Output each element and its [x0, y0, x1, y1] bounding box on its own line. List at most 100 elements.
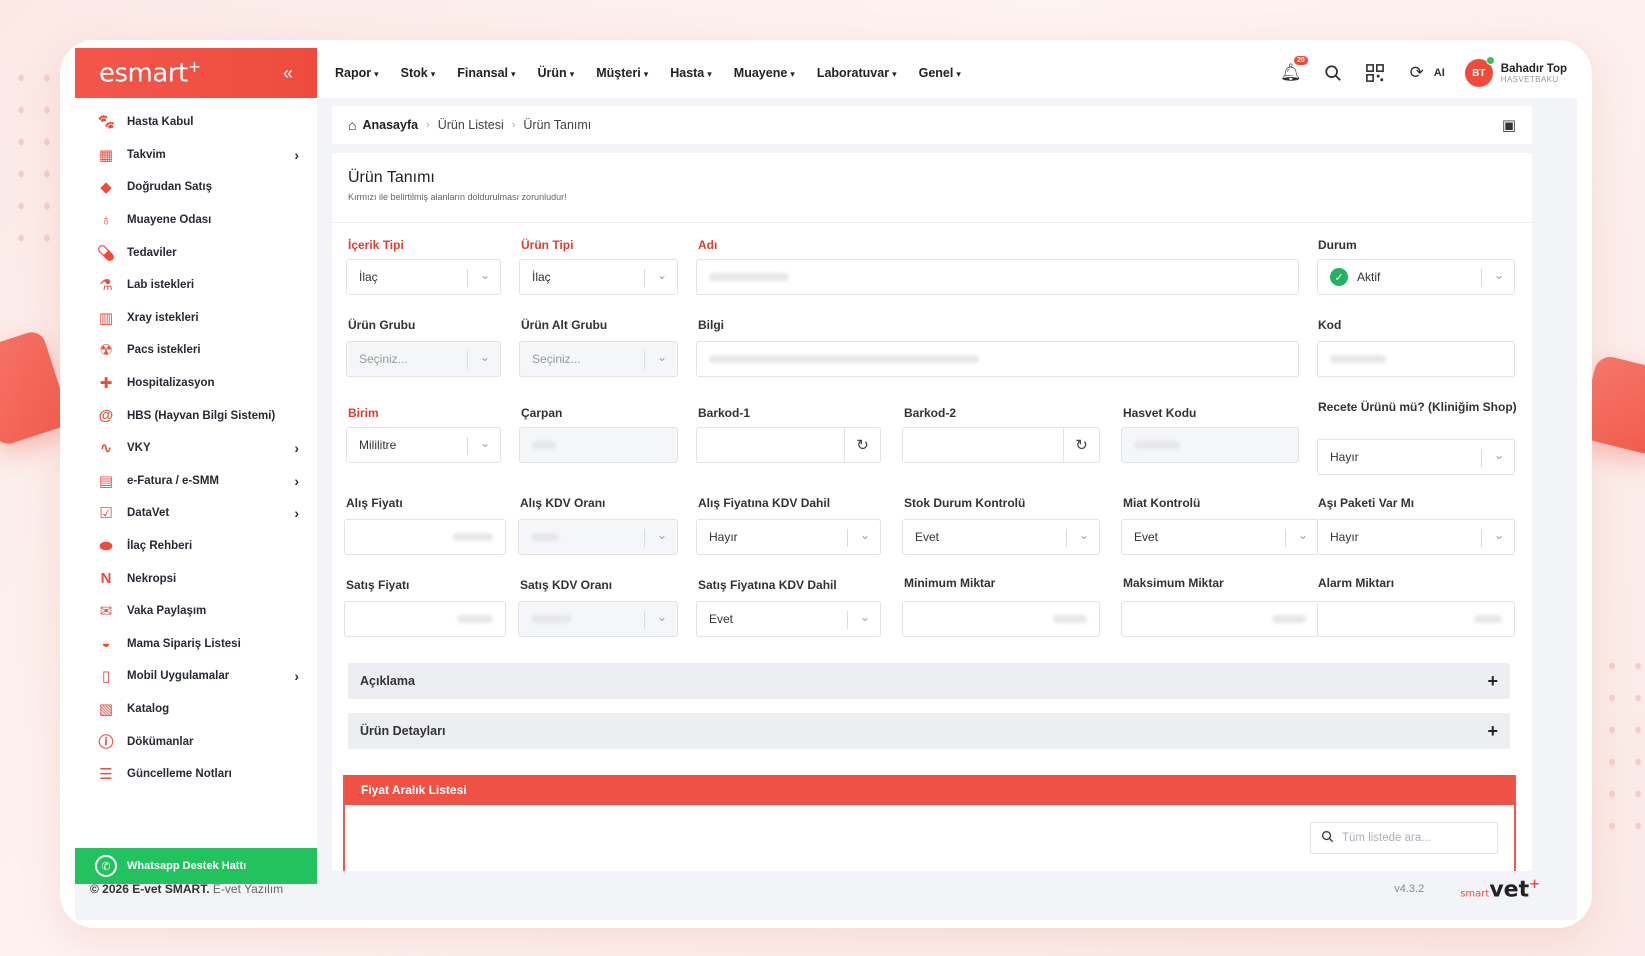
topnav-item-8[interactable]: Genel ▾: [919, 66, 961, 80]
topbar-actions: 🔔︎ 20 ⟳ AI BT Bahadır Top HASVETBAKU: [1280, 56, 1577, 87]
satis-kdv-select[interactable]: ⌄: [518, 601, 678, 637]
breadcrumb-home[interactable]: ⌂ Anasayfa: [348, 117, 418, 133]
alis-kdv-dahil-select[interactable]: Hayır ⌄: [696, 519, 881, 555]
sidebar-item-xray-istekleri[interactable]: ▥ Xray istekleri: [75, 302, 317, 335]
reset-icon[interactable]: ↻: [1063, 428, 1099, 462]
bilgi-input[interactable]: [696, 341, 1299, 377]
birim-label: Birim: [348, 406, 379, 420]
sidebar-item-datavet[interactable]: ☑ DataVet ›: [75, 497, 317, 530]
screen-icon[interactable]: ▣: [1502, 116, 1516, 134]
topnav-item-3[interactable]: Ürün ▾: [538, 66, 575, 80]
asi-paketi-select[interactable]: Hayır ⌄: [1317, 519, 1515, 555]
list-search[interactable]: [1310, 822, 1498, 854]
durum-select[interactable]: ✓ Aktif ⌄: [1317, 259, 1515, 295]
bowl-icon: ◒: [101, 635, 111, 653]
urun-tipi-select[interactable]: İlaç ⌄: [519, 259, 678, 295]
paw-icon: 🐾︎: [96, 114, 116, 132]
topbar: Rapor ▾ Stok ▾ Finansal ▾ Ürün ▾ Müşteri ▾ Hasta ▾ M…: [317, 48, 1577, 98]
chevrons-left-icon[interactable]: «: [283, 63, 293, 84]
recete-select[interactable]: Hayır ⌄: [1317, 439, 1515, 475]
ai-label[interactable]: AI: [1434, 67, 1445, 79]
sidebar-item-mama-sipariş-listesi[interactable]: ◒ Mama Sipariş Listesi: [75, 628, 317, 661]
satis-fiyati-label: Satış Fiyatı: [346, 578, 410, 592]
sidebar-item-katalog[interactable]: ▧ Katalog: [75, 693, 317, 726]
sidebar-item-pacs-istekleri[interactable]: ☢ Pacs istekleri: [75, 334, 317, 367]
qr-code-icon[interactable]: [1364, 62, 1386, 84]
carpan-input[interactable]: [519, 427, 678, 463]
redacted-value: [531, 615, 571, 623]
sidebar-item-muayene-odası[interactable]: ♁ Muayene Odası: [75, 204, 317, 237]
barkod1-input[interactable]: ↻: [696, 427, 881, 463]
stok-durum-select[interactable]: Evet ⌄: [902, 519, 1100, 555]
redacted-value: [709, 273, 789, 281]
sidebar-item-dökümanlar[interactable]: ⓘ Dökümanlar: [75, 725, 317, 758]
satis-fiyati-input[interactable]: [344, 601, 506, 637]
urun-grubu-select[interactable]: Seçiniz... ⌄: [346, 341, 501, 377]
kod-input[interactable]: [1317, 341, 1515, 377]
sidebar-item-hasta-kabul[interactable]: 🐾︎ Hasta Kabul: [75, 106, 317, 139]
miat-select[interactable]: Evet ⌄: [1121, 519, 1319, 555]
list-icon: ☰: [99, 766, 113, 784]
miat-label: Miat Kontrolü: [1123, 496, 1201, 510]
sidebar-item-güncelleme-notları[interactable]: ☰ Güncelleme Notları: [75, 758, 317, 791]
sidebar-item-doğrudan-satış[interactable]: ◆ Doğrudan Satış: [75, 171, 317, 204]
alis-kdv-select[interactable]: ⌄: [518, 519, 678, 555]
brand-logo[interactable]: esmart+: [99, 57, 201, 89]
topnav-item-7[interactable]: Laboratuvar ▾: [817, 66, 897, 80]
urun-alt-grubu-select[interactable]: Seçiniz... ⌄: [519, 341, 678, 377]
adi-input[interactable]: [696, 259, 1299, 295]
alarm-miktar-input[interactable]: [1317, 601, 1515, 637]
chevron-right-icon: ›: [294, 146, 299, 163]
topnav-item-6[interactable]: Muayene ▾: [734, 66, 795, 80]
sidebar-item-takvim[interactable]: ▦ Takvim ›: [75, 139, 317, 172]
refresh-ai-icon[interactable]: ⟳: [1406, 62, 1428, 84]
search-icon[interactable]: [1322, 62, 1344, 84]
min-miktar-label: Minimum Miktar: [904, 576, 996, 590]
bell-icon[interactable]: 🔔︎ 20: [1280, 56, 1308, 84]
aciklama-accordion[interactable]: Açıklama +: [348, 663, 1510, 699]
sidebar-item-label: Muayene Odası: [127, 214, 212, 227]
sidebar-item-tedaviler[interactable]: 💊︎ Tedaviler: [75, 236, 317, 269]
topnav-label: Stok: [400, 66, 428, 80]
alis-fiyati-input[interactable]: [344, 519, 506, 555]
invoice-icon: ▤: [98, 472, 114, 490]
topnav-item-2[interactable]: Finansal ▾: [457, 66, 515, 80]
sidebar-item-label: Xray istekleri: [127, 311, 199, 324]
sidebar-item-lab-istekleri[interactable]: ⚗ Lab istekleri: [75, 269, 317, 302]
card-header: Ürün Tanımı Kırmızı ile belirtilmiş alan…: [332, 153, 1532, 223]
list-search-input[interactable]: [1342, 832, 1482, 844]
top-navigation: Rapor ▾ Stok ▾ Finansal ▾ Ürün ▾ Müşteri ▾ Hasta ▾ M…: [335, 66, 961, 80]
sidebar-item-vaka-paylaşım[interactable]: ✉ Vaka Paylaşım: [75, 595, 317, 628]
topnav-item-5[interactable]: Hasta ▾: [670, 66, 712, 80]
barkod2-input[interactable]: ↻: [902, 427, 1100, 463]
plus-icon: +: [1487, 670, 1498, 691]
min-miktar-input[interactable]: [902, 601, 1100, 637]
redacted-value: [457, 615, 493, 623]
chevron-down-icon: ▾: [790, 69, 795, 79]
icerik-tipi-select[interactable]: İlaç ⌄: [346, 259, 501, 295]
hasvet-kodu-input[interactable]: [1121, 427, 1299, 463]
user-menu[interactable]: BT Bahadır Top HASVETBAKU: [1464, 56, 1567, 87]
redacted-value: [1272, 615, 1306, 623]
user-clinic: HASVETBAKU: [1500, 74, 1559, 84]
sidebar-item-hbs-hayvan-bilgi-sistemi-[interactable]: @ HBS (Hayvan Bilgi Sistemi): [75, 399, 317, 432]
sidebar-item-nekropsi[interactable]: N Nekropsi: [75, 562, 317, 595]
sidebar-item-label: Lab istekleri: [127, 279, 195, 292]
birim-select[interactable]: Mililitre ⌄: [346, 427, 501, 463]
satis-kdv-dahil-select[interactable]: Evet ⌄: [696, 601, 881, 637]
urun-detaylari-accordion[interactable]: Ürün Detayları +: [348, 713, 1510, 749]
sidebar-item-i-laç-rehberi[interactable]: ⬬ İlaç Rehberi: [75, 530, 317, 563]
reset-icon[interactable]: ↻: [844, 428, 880, 462]
sidebar-item-e-fatura-e-smm[interactable]: ▤ e-Fatura / e-SMM ›: [75, 465, 317, 498]
redacted-value: [531, 533, 559, 541]
breadcrumb-urun-listesi[interactable]: Ürün Listesi: [438, 118, 504, 132]
sidebar-item-mobil-uygulamalar[interactable]: ▯ Mobil Uygulamalar ›: [75, 660, 317, 693]
topnav-item-0[interactable]: Rapor ▾: [335, 66, 379, 80]
sidebar-item-vky[interactable]: ∿ VKY ›: [75, 432, 317, 465]
sidebar-item-hospitalizasyon[interactable]: ✚ Hospitalizasyon: [75, 367, 317, 400]
alarm-miktar-label: Alarm Miktarı: [1318, 576, 1395, 590]
max-miktar-input[interactable]: [1121, 601, 1319, 637]
topnav-item-1[interactable]: Stok ▾: [401, 66, 436, 80]
topnav-item-4[interactable]: Müşteri ▾: [596, 66, 648, 80]
adi-label: Adı: [698, 238, 718, 252]
